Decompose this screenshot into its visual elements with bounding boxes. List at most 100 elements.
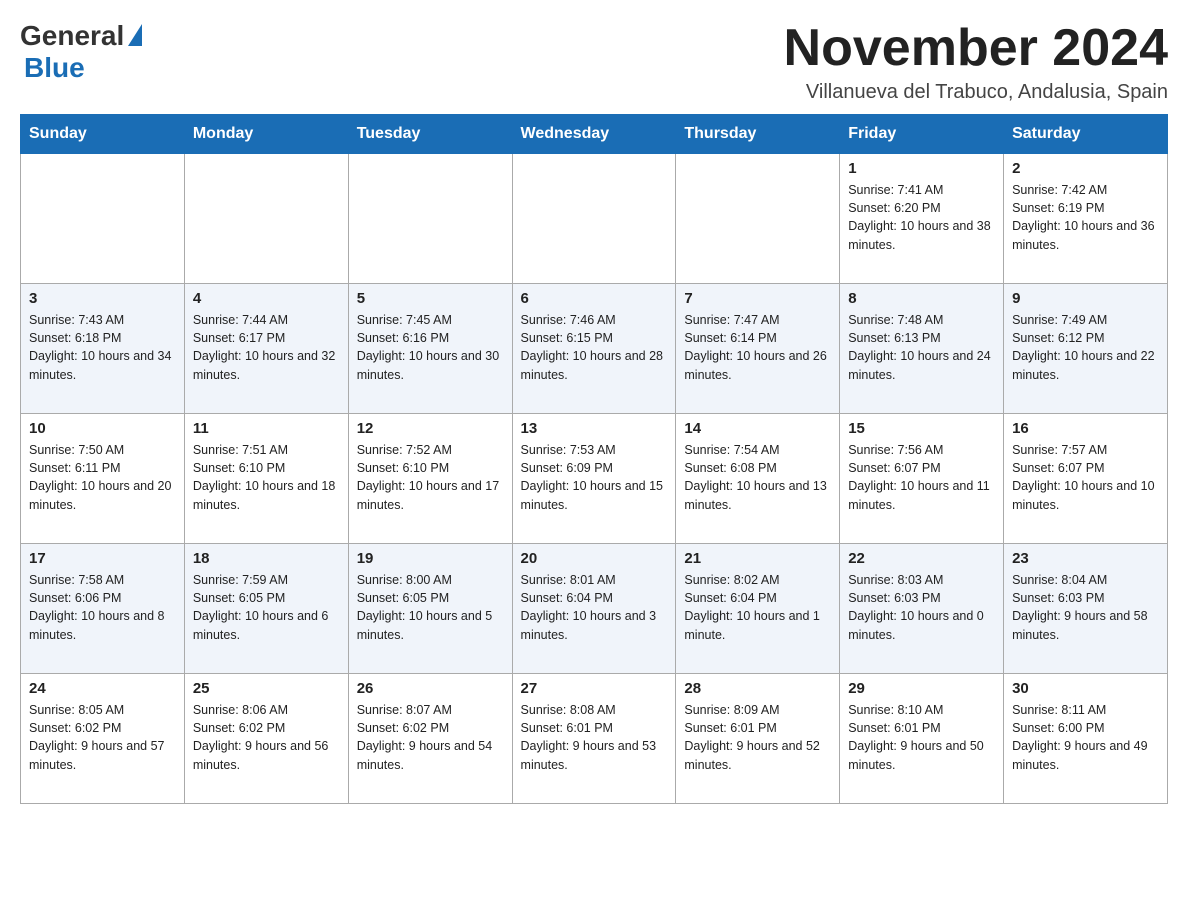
day-number: 20: [521, 550, 668, 567]
calendar-cell: [512, 154, 676, 284]
day-number: 16: [1012, 420, 1159, 437]
day-number: 23: [1012, 550, 1159, 567]
calendar-week-row: 3 Sunrise: 7:43 AMSunset: 6:18 PMDaylight…: [21, 284, 1168, 414]
day-number: 10: [29, 420, 176, 437]
day-info: Sunrise: 8:03 AMSunset: 6:03 PMDaylight:…: [848, 571, 995, 644]
day-number: 3: [29, 290, 176, 307]
day-number: 19: [357, 550, 504, 567]
calendar-cell: 18 Sunrise: 7:59 AMSunset: 6:05 PMDayligh…: [184, 544, 348, 674]
calendar-cell: 28 Sunrise: 8:09 AMSunset: 6:01 PMDayligh…: [676, 674, 840, 804]
day-info: Sunrise: 8:11 AMSunset: 6:00 PMDaylight:…: [1012, 701, 1159, 774]
day-number: 28: [684, 680, 831, 697]
calendar-header-row: SundayMondayTuesdayWednesdayThursdayFrid…: [21, 115, 1168, 154]
col-header-wednesday: Wednesday: [512, 115, 676, 154]
day-number: 5: [357, 290, 504, 307]
calendar-cell: 8Sunrise: 7:48 AMSunset: 6:13 PMDaylight…: [840, 284, 1004, 414]
calendar-cell: 6 Sunrise: 7:46 AMSunset: 6:15 PMDaylight…: [512, 284, 676, 414]
day-info: Sunrise: 7:52 AMSunset: 6:10 PMDaylight:…: [357, 441, 504, 514]
calendar-cell: 23 Sunrise: 8:04 AMSunset: 6:03 PMDayligh…: [1004, 544, 1168, 674]
day-number: 18: [193, 550, 340, 567]
logo: General Blue: [20, 20, 142, 84]
day-info: Sunrise: 8:04 AMSunset: 6:03 PMDaylight:…: [1012, 571, 1159, 644]
day-info: Sunrise: 8:06 AMSunset: 6:02 PMDaylight:…: [193, 701, 340, 774]
calendar-cell: 3 Sunrise: 7:43 AMSunset: 6:18 PMDaylight…: [21, 284, 185, 414]
calendar-cell: 4Sunrise: 7:44 AMSunset: 6:17 PMDaylight…: [184, 284, 348, 414]
calendar-cell: 17 Sunrise: 7:58 AMSunset: 6:06 PMDayligh…: [21, 544, 185, 674]
day-info: Sunrise: 8:09 AMSunset: 6:01 PMDaylight:…: [684, 701, 831, 774]
day-number: 1: [848, 160, 995, 177]
day-info: Sunrise: 8:00 AMSunset: 6:05 PMDaylight:…: [357, 571, 504, 644]
day-info: Sunrise: 8:05 AMSunset: 6:02 PMDaylight:…: [29, 701, 176, 774]
calendar-cell: 5 Sunrise: 7:45 AMSunset: 6:16 PMDaylight…: [348, 284, 512, 414]
calendar-cell: 20Sunrise: 8:01 AMSunset: 6:04 PMDayligh…: [512, 544, 676, 674]
day-number: 26: [357, 680, 504, 697]
calendar-cell: 12 Sunrise: 7:52 AMSunset: 6:10 PMDayligh…: [348, 414, 512, 544]
calendar-cell: 27 Sunrise: 8:08 AMSunset: 6:01 PMDayligh…: [512, 674, 676, 804]
day-number: 22: [848, 550, 995, 567]
calendar-cell: [676, 154, 840, 284]
day-info: Sunrise: 7:42 AMSunset: 6:19 PMDaylight:…: [1012, 181, 1159, 254]
calendar-cell: 29 Sunrise: 8:10 AMSunset: 6:01 PMDayligh…: [840, 674, 1004, 804]
day-info: Sunrise: 7:48 AMSunset: 6:13 PMDaylight:…: [848, 311, 995, 384]
calendar-cell: 15 Sunrise: 7:56 AMSunset: 6:07 PMDayligh…: [840, 414, 1004, 544]
logo-triangle-icon: [128, 24, 142, 46]
day-number: 2: [1012, 160, 1159, 177]
calendar-cell: [184, 154, 348, 284]
day-info: Sunrise: 7:46 AMSunset: 6:15 PMDaylight:…: [521, 311, 668, 384]
calendar-week-row: 17 Sunrise: 7:58 AMSunset: 6:06 PMDayligh…: [21, 544, 1168, 674]
calendar-cell: 13 Sunrise: 7:53 AMSunset: 6:09 PMDayligh…: [512, 414, 676, 544]
day-number: 13: [521, 420, 668, 437]
col-header-sunday: Sunday: [21, 115, 185, 154]
day-info: Sunrise: 7:56 AMSunset: 6:07 PMDaylight:…: [848, 441, 995, 514]
calendar-cell: 19 Sunrise: 8:00 AMSunset: 6:05 PMDayligh…: [348, 544, 512, 674]
location-subtitle: Villanueva del Trabuco, Andalusia, Spain: [784, 81, 1168, 104]
col-header-tuesday: Tuesday: [348, 115, 512, 154]
day-info: Sunrise: 8:10 AMSunset: 6:01 PMDaylight:…: [848, 701, 995, 774]
day-info: Sunrise: 7:58 AMSunset: 6:06 PMDaylight:…: [29, 571, 176, 644]
day-info: Sunrise: 8:02 AMSunset: 6:04 PMDaylight:…: [684, 571, 831, 644]
day-info: Sunrise: 7:41 AMSunset: 6:20 PMDaylight:…: [848, 181, 995, 254]
day-info: Sunrise: 7:49 AMSunset: 6:12 PMDaylight:…: [1012, 311, 1159, 384]
day-number: 21: [684, 550, 831, 567]
day-number: 11: [193, 420, 340, 437]
calendar-cell: 2 Sunrise: 7:42 AMSunset: 6:19 PMDaylight…: [1004, 154, 1168, 284]
col-header-monday: Monday: [184, 115, 348, 154]
day-number: 30: [1012, 680, 1159, 697]
title-section: November 2024 Villanueva del Trabuco, An…: [784, 20, 1168, 104]
calendar-cell: 14Sunrise: 7:54 AMSunset: 6:08 PMDayligh…: [676, 414, 840, 544]
calendar-cell: 21 Sunrise: 8:02 AMSunset: 6:04 PMDayligh…: [676, 544, 840, 674]
calendar-cell: 26Sunrise: 8:07 AMSunset: 6:02 PMDayligh…: [348, 674, 512, 804]
day-number: 12: [357, 420, 504, 437]
day-info: Sunrise: 7:45 AMSunset: 6:16 PMDaylight:…: [357, 311, 504, 384]
day-info: Sunrise: 7:47 AMSunset: 6:14 PMDaylight:…: [684, 311, 831, 384]
calendar-cell: 7Sunrise: 7:47 AMSunset: 6:14 PMDaylight…: [676, 284, 840, 414]
logo-general-text: General: [20, 20, 124, 52]
day-number: 29: [848, 680, 995, 697]
calendar-cell: 1 Sunrise: 7:41 AMSunset: 6:20 PMDaylight…: [840, 154, 1004, 284]
page-header: General Blue November 2024 Villanueva de…: [20, 20, 1168, 104]
day-number: 6: [521, 290, 668, 307]
day-info: Sunrise: 7:50 AMSunset: 6:11 PMDaylight:…: [29, 441, 176, 514]
day-info: Sunrise: 7:51 AMSunset: 6:10 PMDaylight:…: [193, 441, 340, 514]
calendar-cell: [21, 154, 185, 284]
day-number: 24: [29, 680, 176, 697]
day-number: 15: [848, 420, 995, 437]
calendar-cell: 25 Sunrise: 8:06 AMSunset: 6:02 PMDayligh…: [184, 674, 348, 804]
day-number: 17: [29, 550, 176, 567]
day-info: Sunrise: 7:53 AMSunset: 6:09 PMDaylight:…: [521, 441, 668, 514]
calendar-cell: 11 Sunrise: 7:51 AMSunset: 6:10 PMDayligh…: [184, 414, 348, 544]
calendar-cell: 30 Sunrise: 8:11 AMSunset: 6:00 PMDayligh…: [1004, 674, 1168, 804]
col-header-thursday: Thursday: [676, 115, 840, 154]
day-number: 25: [193, 680, 340, 697]
day-info: Sunrise: 7:43 AMSunset: 6:18 PMDaylight:…: [29, 311, 176, 384]
col-header-saturday: Saturday: [1004, 115, 1168, 154]
day-number: 27: [521, 680, 668, 697]
calendar-week-row: 24 Sunrise: 8:05 AMSunset: 6:02 PMDayligh…: [21, 674, 1168, 804]
day-info: Sunrise: 8:08 AMSunset: 6:01 PMDaylight:…: [521, 701, 668, 774]
calendar-cell: 16Sunrise: 7:57 AMSunset: 6:07 PMDayligh…: [1004, 414, 1168, 544]
day-info: Sunrise: 7:59 AMSunset: 6:05 PMDaylight:…: [193, 571, 340, 644]
calendar-week-row: 10 Sunrise: 7:50 AMSunset: 6:11 PMDayligh…: [21, 414, 1168, 544]
calendar-week-row: 1 Sunrise: 7:41 AMSunset: 6:20 PMDaylight…: [21, 154, 1168, 284]
logo-blue-text: Blue: [24, 52, 85, 84]
col-header-friday: Friday: [840, 115, 1004, 154]
